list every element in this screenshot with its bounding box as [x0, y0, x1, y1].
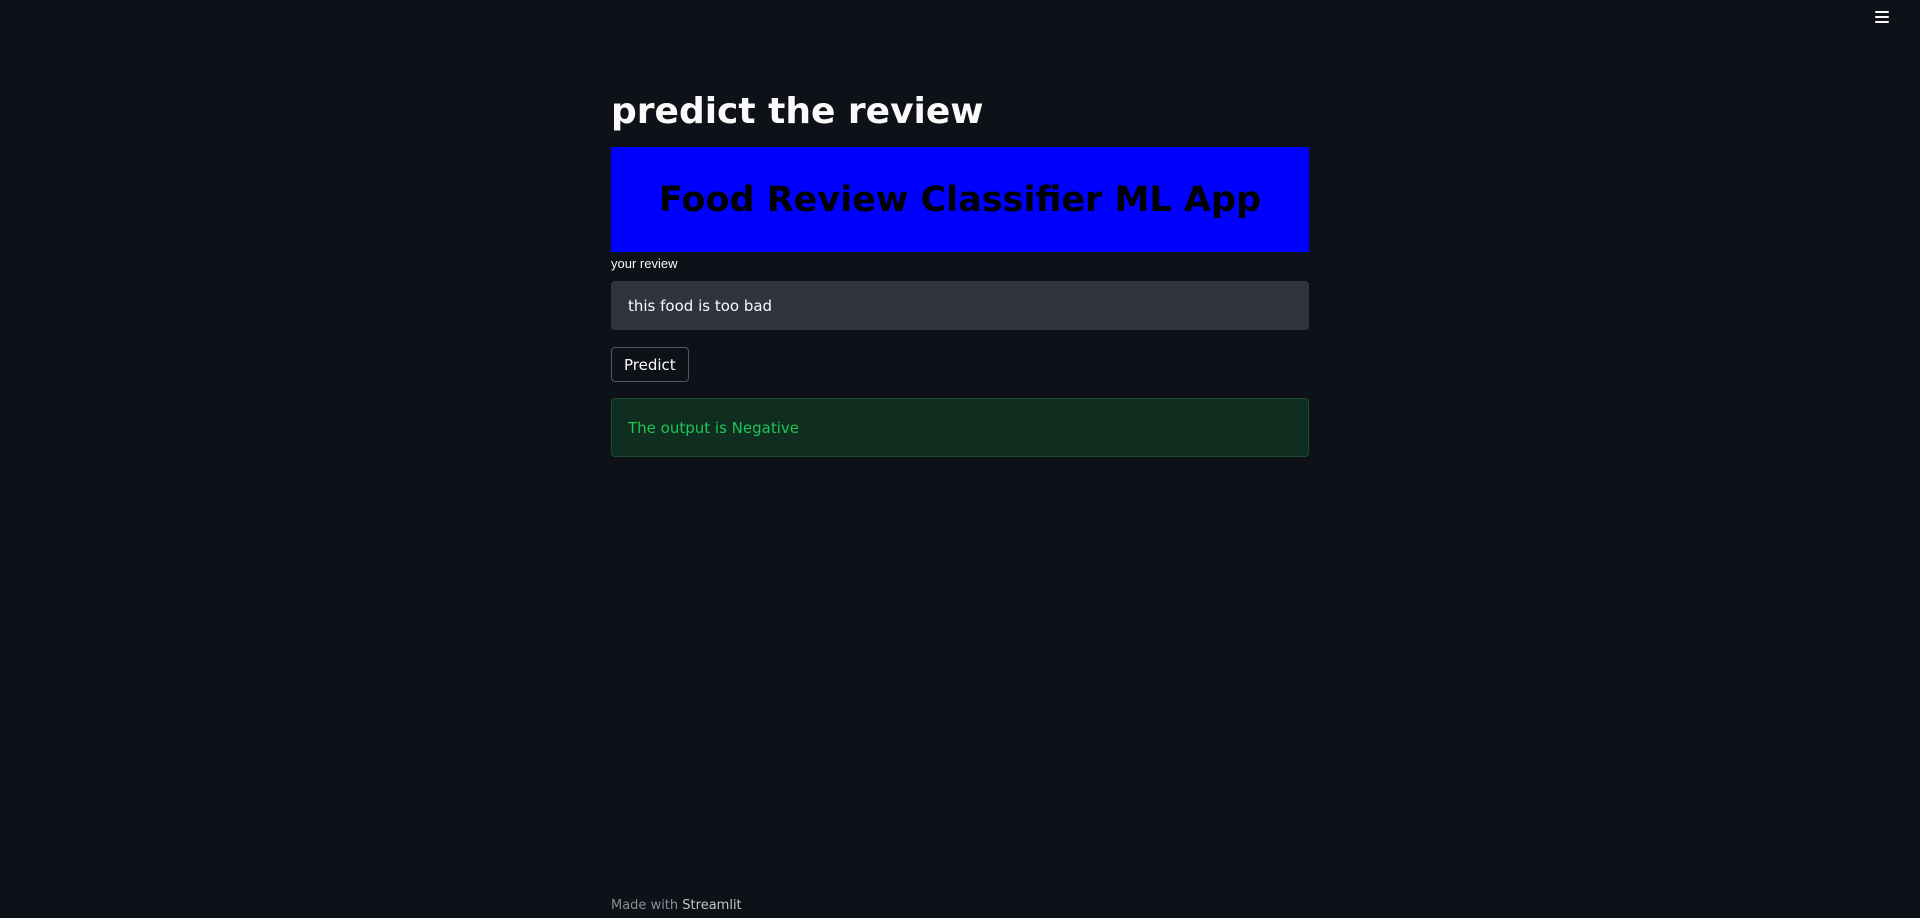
footer-prefix: Made with	[611, 898, 679, 913]
predict-button[interactable]: Predict	[611, 347, 689, 382]
footer: Made with Streamlit	[611, 898, 742, 914]
hamburger-line	[1875, 11, 1889, 13]
result-text: The output is Negative	[628, 418, 799, 437]
review-input[interactable]	[611, 281, 1309, 330]
result-alert: The output is Negative	[611, 398, 1309, 457]
banner-title: Food Review Classifier ML App	[658, 179, 1262, 220]
page-title: predict the review	[611, 91, 984, 132]
review-field-label: your review	[611, 256, 678, 271]
app-banner: Food Review Classifier ML App	[611, 147, 1309, 252]
hamburger-menu-icon[interactable]	[1875, 8, 1893, 26]
streamlit-link[interactable]: Streamlit	[682, 898, 741, 913]
hamburger-line	[1875, 16, 1889, 18]
hamburger-line	[1875, 21, 1889, 23]
